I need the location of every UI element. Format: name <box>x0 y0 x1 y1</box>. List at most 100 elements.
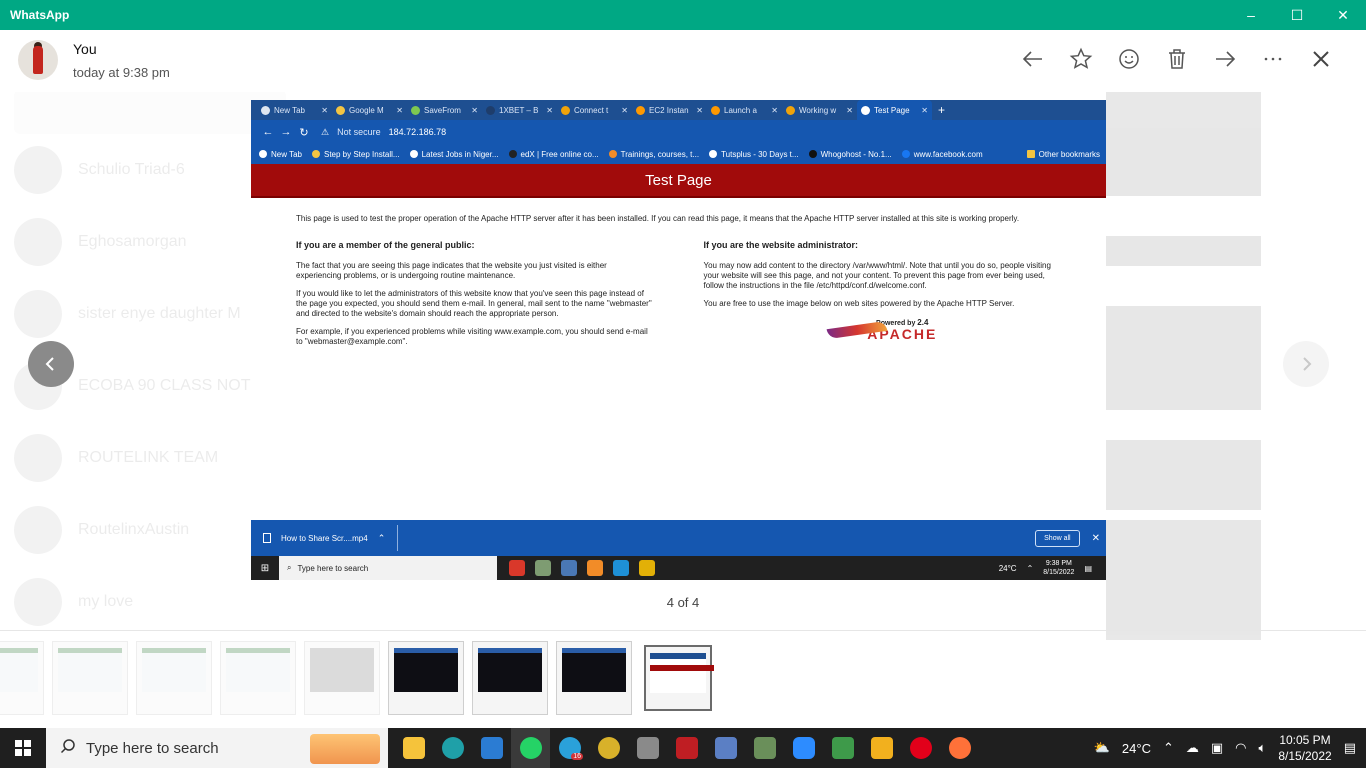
back-arrow-icon[interactable] <box>1018 44 1048 74</box>
cloud-icon[interactable]: ☁ <box>1186 740 1199 756</box>
other-bookmarks: Other bookmarks <box>1026 150 1100 159</box>
monitor-icon[interactable]: ▣ <box>1211 740 1223 756</box>
browser-tab: Launch a ✕ <box>707 100 782 120</box>
paragraph: For example, if you experienced problems… <box>296 327 648 347</box>
media-image: New Tab ✕ Google M ✕ SaveFrom ✕ 1XBET – B ✕ … <box>251 100 1106 580</box>
start-button[interactable] <box>0 728 46 768</box>
more-icon[interactable] <box>1258 44 1288 74</box>
thumbnail[interactable] <box>136 641 212 715</box>
bookmark: edX | Free online co... <box>508 150 599 159</box>
zoom-icon[interactable] <box>784 728 823 768</box>
network-icon[interactable] <box>745 728 784 768</box>
background-chat-panels <box>1106 90 1261 640</box>
chat-name: RoutelinxAustin <box>78 521 190 538</box>
clock[interactable]: 10:05 PM 8/15/2022 <box>1278 732 1331 764</box>
close-window-button[interactable]: ✕ <box>1320 0 1366 30</box>
thumbnail[interactable] <box>304 641 380 715</box>
browser-tab: Working w ✕ <box>782 100 857 120</box>
bookmark: Step by Step Install... <box>311 150 400 159</box>
edge-icon[interactable] <box>433 728 472 768</box>
bookmark: New Tab <box>259 150 302 159</box>
search-placeholder: Type here to search <box>86 739 219 757</box>
notifications-icon[interactable]: ▤ <box>1344 740 1356 756</box>
test-page-body: This page is used to test the proper ope… <box>251 198 1106 355</box>
screenshot-taskbar-apps <box>509 560 655 576</box>
chevron-up-icon[interactable]: ⌃ <box>1163 740 1174 756</box>
next-media-button[interactable] <box>1283 341 1329 387</box>
bookmark: www.facebook.com <box>901 150 983 159</box>
chat-name: Eghosamorgan <box>78 233 187 250</box>
media-counter: 4 of 4 <box>666 595 700 610</box>
thumbnail[interactable] <box>556 641 632 715</box>
thumbnail[interactable] <box>472 641 548 715</box>
volume-icon[interactable]: 🔈︎ <box>1259 740 1267 756</box>
media-actions <box>1018 44 1336 74</box>
telegram-icon[interactable]: 16 <box>550 728 589 768</box>
clock-date: 8/15/2022 <box>1278 749 1332 763</box>
media-viewer-header: You today at 9:38 pm <box>0 30 1366 92</box>
browser-tab: Connect t ✕ <box>557 100 632 120</box>
thumbnail-selected[interactable] <box>644 645 714 711</box>
star-icon[interactable] <box>1066 44 1096 74</box>
maximize-button[interactable]: ☐ <box>1274 0 1320 30</box>
chat-name: ECOBA 90 CLASS NOTI <box>78 377 255 394</box>
wifi-icon[interactable]: ◠ <box>1235 740 1246 756</box>
app-icon[interactable] <box>589 728 628 768</box>
remote-desktop-icon[interactable] <box>706 728 745 768</box>
bookmark: Tutsplus - 30 Days t... <box>709 150 799 159</box>
emoji-icon[interactable] <box>1114 44 1144 74</box>
search-highlight-image <box>310 734 380 764</box>
git-icon[interactable] <box>823 728 862 768</box>
windows-icon: ⊞ <box>260 562 270 574</box>
download-bar: How to Share Scr....mp4 ⌃ Show all ✕ <box>251 520 1106 556</box>
forward-icon: → <box>280 126 292 138</box>
tools-icon[interactable] <box>628 728 667 768</box>
previous-media-button[interactable] <box>28 341 74 387</box>
store-icon[interactable] <box>862 728 901 768</box>
mail-icon[interactable] <box>472 728 511 768</box>
thumbnail[interactable] <box>52 641 128 715</box>
screenshot-taskbar: ⊞ ⌕ Type here to search 24°C ⌃ 9:38 PM 8/1… <box>251 556 1106 580</box>
avatar <box>18 40 58 80</box>
weather-temp: 24°C <box>998 563 1017 573</box>
minimize-button[interactable]: – <box>1228 0 1274 30</box>
warning-icon: ⚠ <box>321 126 330 137</box>
url-text: 184.72.186.78 <box>388 127 447 137</box>
bookmarks-bar: New Tab Step by Step Install... Latest J… <box>251 144 1106 164</box>
thumbnail[interactable] <box>388 641 464 715</box>
whatsapp-icon[interactable] <box>511 728 550 768</box>
trash-icon[interactable] <box>1162 44 1192 74</box>
back-icon: ← <box>262 126 274 138</box>
file-explorer-icon[interactable] <box>394 728 433 768</box>
forward-arrow-icon[interactable] <box>1210 44 1240 74</box>
windows-taskbar: Type here to search 16 ⛅ 24°C ⌃ ☁ ▣ ◠ 🔈︎… <box>0 728 1366 768</box>
weather-icon[interactable]: ⛅ <box>1094 740 1110 756</box>
firefox-icon[interactable] <box>940 728 979 768</box>
weather-temp[interactable]: 24°C <box>1122 741 1151 756</box>
paragraph: You are free to use the image below on w… <box>703 299 1015 309</box>
intro-text: This page is used to test the proper ope… <box>296 214 1020 223</box>
file-icon <box>263 533 271 543</box>
background-search <box>14 90 286 134</box>
bookmark: Whogohost - No.1... <box>808 150 892 159</box>
taskbar-apps: 16 <box>394 728 979 768</box>
admin-heading: If you are the website administrator: <box>703 240 859 250</box>
chat-name: ROUTELINK TEAM <box>78 449 219 466</box>
filezilla-icon[interactable] <box>667 728 706 768</box>
browser-address-bar: ← → ↻ ⚠ Not secure 184.72.186.78 <box>251 120 1106 144</box>
apache-logo: Powered by 2.4 APACHE <box>704 317 1062 343</box>
download-file-name: How to Share Scr....mp4 <box>281 533 368 543</box>
paragraph: The fact that you are seeing this page i… <box>296 261 607 281</box>
taskbar-search-box[interactable]: Type here to search <box>46 728 388 768</box>
thumbnail[interactable] <box>0 641 44 715</box>
thumbnail-strip <box>0 630 1366 728</box>
close-icon[interactable] <box>1306 44 1336 74</box>
thumbnail[interactable] <box>220 641 296 715</box>
browser-tab-active: Test Page ✕ <box>857 100 932 120</box>
browser-tab-bar: New Tab ✕ Google M ✕ SaveFrom ✕ 1XBET – B ✕ … <box>251 100 1106 120</box>
browser-tab: Google M ✕ <box>332 100 407 120</box>
opera-icon[interactable] <box>901 728 940 768</box>
browser-tab: EC2 Instan ✕ <box>632 100 707 120</box>
not-secure-label: Not secure <box>337 127 381 137</box>
chat-name: sister enye daughter M <box>78 305 241 322</box>
